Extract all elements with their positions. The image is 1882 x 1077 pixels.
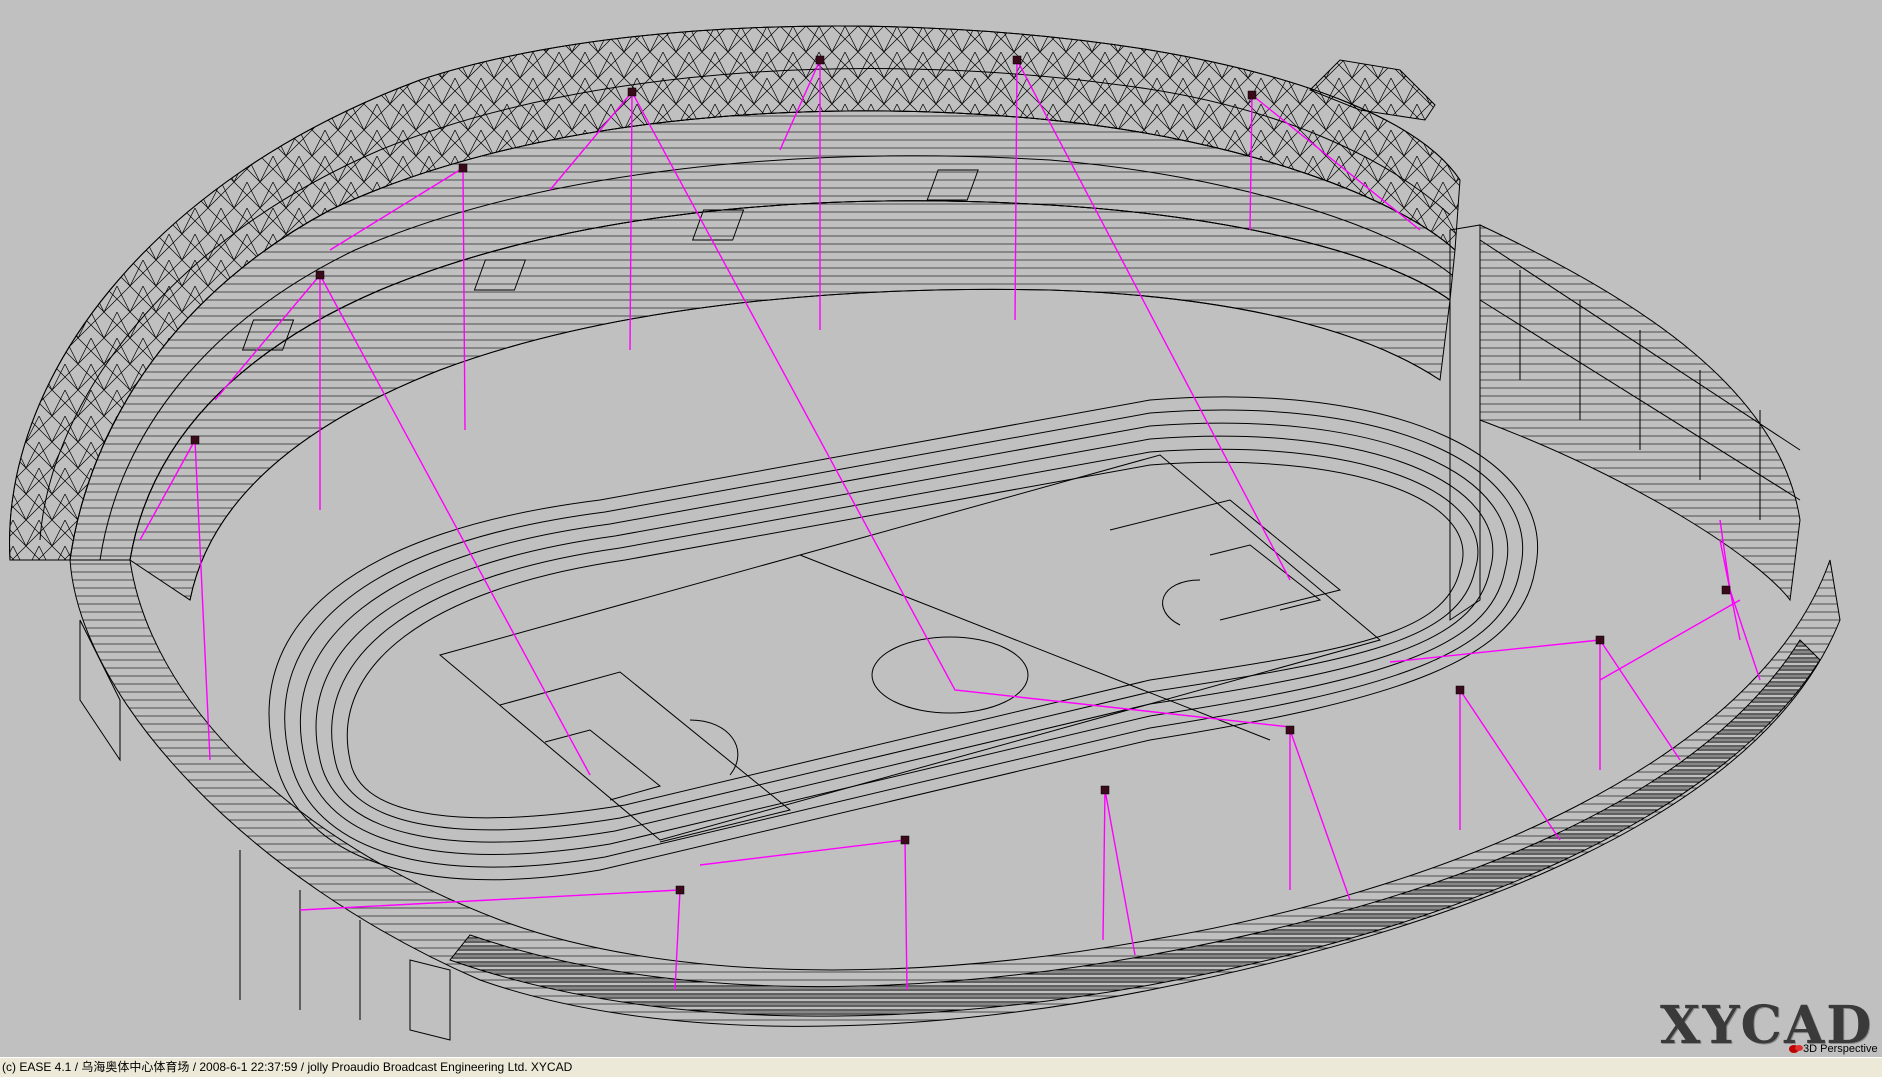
football-pitch bbox=[438, 454, 1382, 843]
stadium-wireframe bbox=[9, 25, 1841, 1041]
speaker-marker bbox=[1012, 55, 1022, 65]
outer-facade bbox=[69, 559, 1841, 1041]
ease-app-window: XYCAD 3D Perspective Xie Yong Computer A… bbox=[0, 0, 1882, 1077]
speaker-marker bbox=[315, 270, 325, 280]
3d-model-viewport[interactable] bbox=[0, 0, 1882, 1057]
speaker-marker bbox=[815, 55, 825, 65]
status-bar-text: (c) EASE 4.1 / 乌海奥体中心体育场 / 2008-6-1 22:3… bbox=[2, 1060, 573, 1074]
status-bar: (c) EASE 4.1 / 乌海奥体中心体育场 / 2008-6-1 22:3… bbox=[0, 1057, 1882, 1077]
speaker-marker bbox=[1455, 685, 1465, 695]
east-stand bbox=[1449, 224, 1801, 621]
speaker-marker bbox=[1285, 725, 1295, 735]
speaker-marker bbox=[1100, 785, 1110, 795]
speaker-marker bbox=[900, 835, 910, 845]
speaker-marker bbox=[675, 885, 685, 895]
speaker-marker bbox=[190, 435, 200, 445]
speaker-marker bbox=[1595, 635, 1605, 645]
speaker-marker bbox=[627, 87, 637, 97]
speaker-marker bbox=[1721, 585, 1731, 595]
speaker-marker bbox=[458, 163, 468, 173]
speaker-marker bbox=[1247, 90, 1257, 100]
running-track bbox=[268, 396, 1538, 881]
